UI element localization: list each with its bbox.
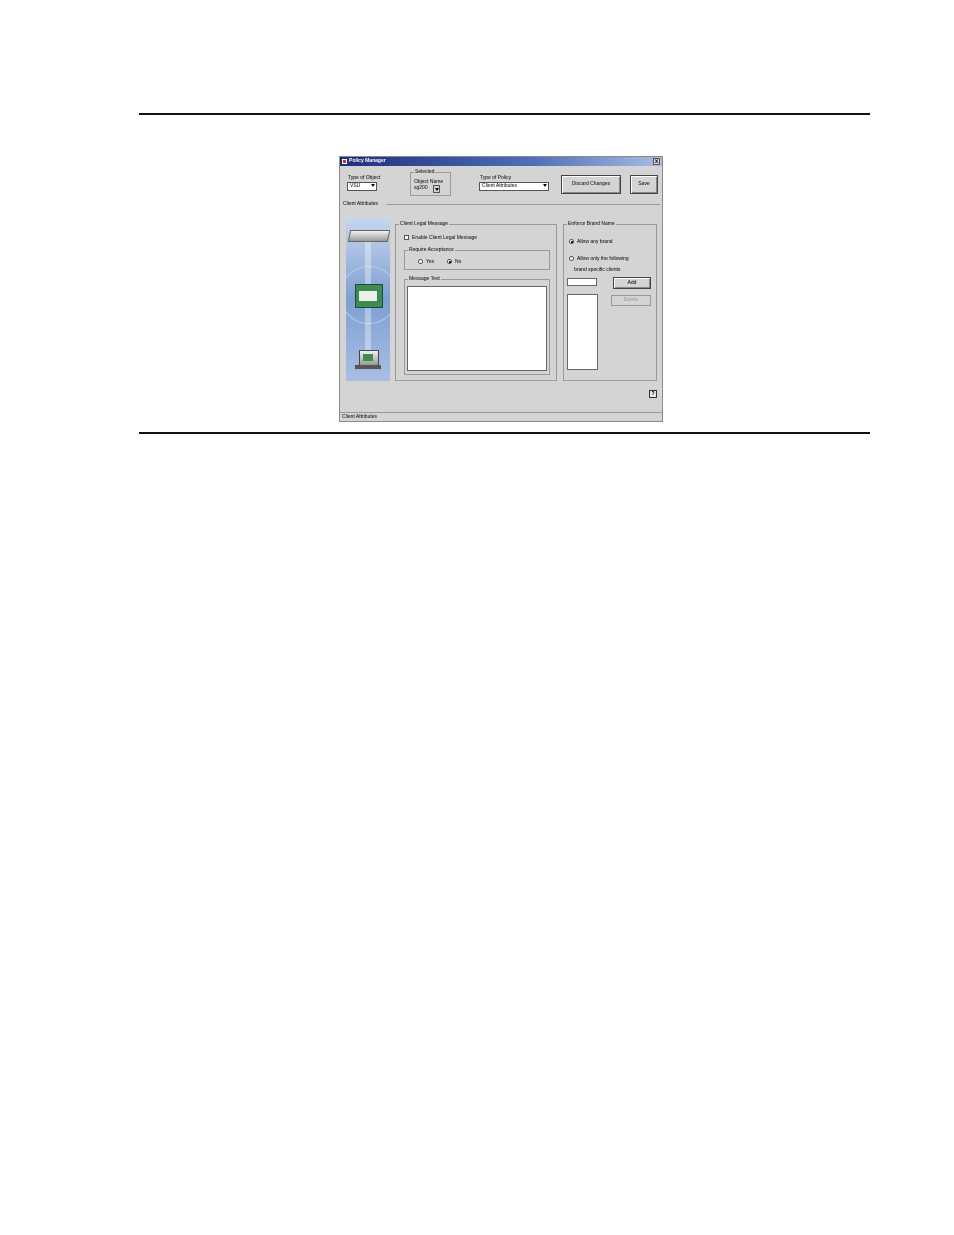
brand-name-input[interactable] bbox=[567, 278, 597, 286]
type-of-policy-value: Client Attributes bbox=[482, 183, 518, 189]
window-title: Policy Manager bbox=[349, 158, 386, 164]
selected-group: Selected Object Name sg200 bbox=[410, 169, 451, 196]
selected-group-label: Selected bbox=[414, 169, 436, 175]
close-button[interactable]: x bbox=[653, 158, 660, 165]
chevron-down-icon bbox=[371, 184, 375, 187]
client-legal-message-label: Client Legal Message bbox=[399, 221, 450, 227]
type-of-object-label: Type of Object bbox=[348, 175, 381, 181]
add-brand-button[interactable]: Add bbox=[613, 277, 651, 289]
enable-legal-message-label: Enable Client Legal Message bbox=[412, 235, 478, 241]
chevron-down-icon bbox=[543, 184, 547, 187]
client-legal-message-group: Client Legal Message Enable Client Legal… bbox=[395, 221, 557, 381]
enable-legal-message-checkbox[interactable] bbox=[404, 235, 409, 240]
status-bar: Client Attributes bbox=[340, 412, 662, 421]
policy-illustration bbox=[346, 218, 390, 381]
discard-changes-button[interactable]: Discard Changes bbox=[561, 175, 621, 194]
policy-manager-window: Policy Manager x Type of Object VSU Sele… bbox=[339, 156, 663, 422]
type-of-object-select[interactable]: VSU bbox=[347, 182, 377, 191]
message-text-label: Message Text bbox=[408, 276, 441, 282]
app-icon bbox=[342, 159, 347, 164]
title-bar: Policy Manager x bbox=[340, 157, 662, 166]
section-separator bbox=[386, 204, 660, 205]
computer-icon bbox=[359, 350, 379, 366]
acceptance-no-radio[interactable] bbox=[447, 259, 452, 264]
save-button[interactable]: Save bbox=[630, 175, 658, 194]
page-top-rule bbox=[139, 113, 870, 115]
acceptance-no-label: No bbox=[455, 259, 462, 265]
help-button[interactable]: ? bbox=[649, 390, 657, 398]
page-bottom-rule bbox=[139, 432, 870, 434]
certificate-icon bbox=[355, 284, 383, 308]
allow-any-brand-radio[interactable] bbox=[569, 239, 574, 244]
acceptance-yes-label: Yes bbox=[426, 259, 435, 265]
computer-base bbox=[355, 365, 381, 369]
object-name-value: sg200 bbox=[414, 185, 428, 191]
enforce-brand-name-group: Enforce Brand Name Allow any brand Allow… bbox=[563, 221, 657, 381]
type-of-policy-label: Type of Policy bbox=[480, 175, 512, 181]
object-name-dropdown[interactable] bbox=[433, 185, 440, 193]
acceptance-yes-radio[interactable] bbox=[418, 259, 423, 264]
enforce-brand-name-label: Enforce Brand Name bbox=[567, 221, 616, 227]
type-of-policy-select[interactable]: Client Attributes bbox=[479, 182, 549, 191]
allow-only-brand-label: Allow only the following bbox=[577, 256, 629, 262]
require-acceptance-group: Require Acceptance Yes No bbox=[404, 247, 550, 270]
section-title: Client Attributes bbox=[343, 201, 379, 207]
server-icon bbox=[347, 230, 390, 242]
allow-only-brand-radio[interactable] bbox=[569, 256, 574, 261]
delete-brand-button[interactable]: Delete bbox=[611, 295, 651, 306]
brand-specific-clients-label: brand specific clients bbox=[574, 267, 621, 273]
allow-any-brand-label: Allow any brand bbox=[577, 239, 613, 245]
message-text-area[interactable] bbox=[407, 286, 547, 371]
chevron-down-icon bbox=[434, 188, 439, 191]
message-text-group: Message Text bbox=[404, 276, 550, 375]
brand-list[interactable] bbox=[567, 294, 598, 370]
object-name-select[interactable]: sg200 bbox=[414, 185, 440, 193]
type-of-object-value: VSU bbox=[350, 183, 361, 189]
require-acceptance-label: Require Acceptance bbox=[408, 247, 455, 253]
